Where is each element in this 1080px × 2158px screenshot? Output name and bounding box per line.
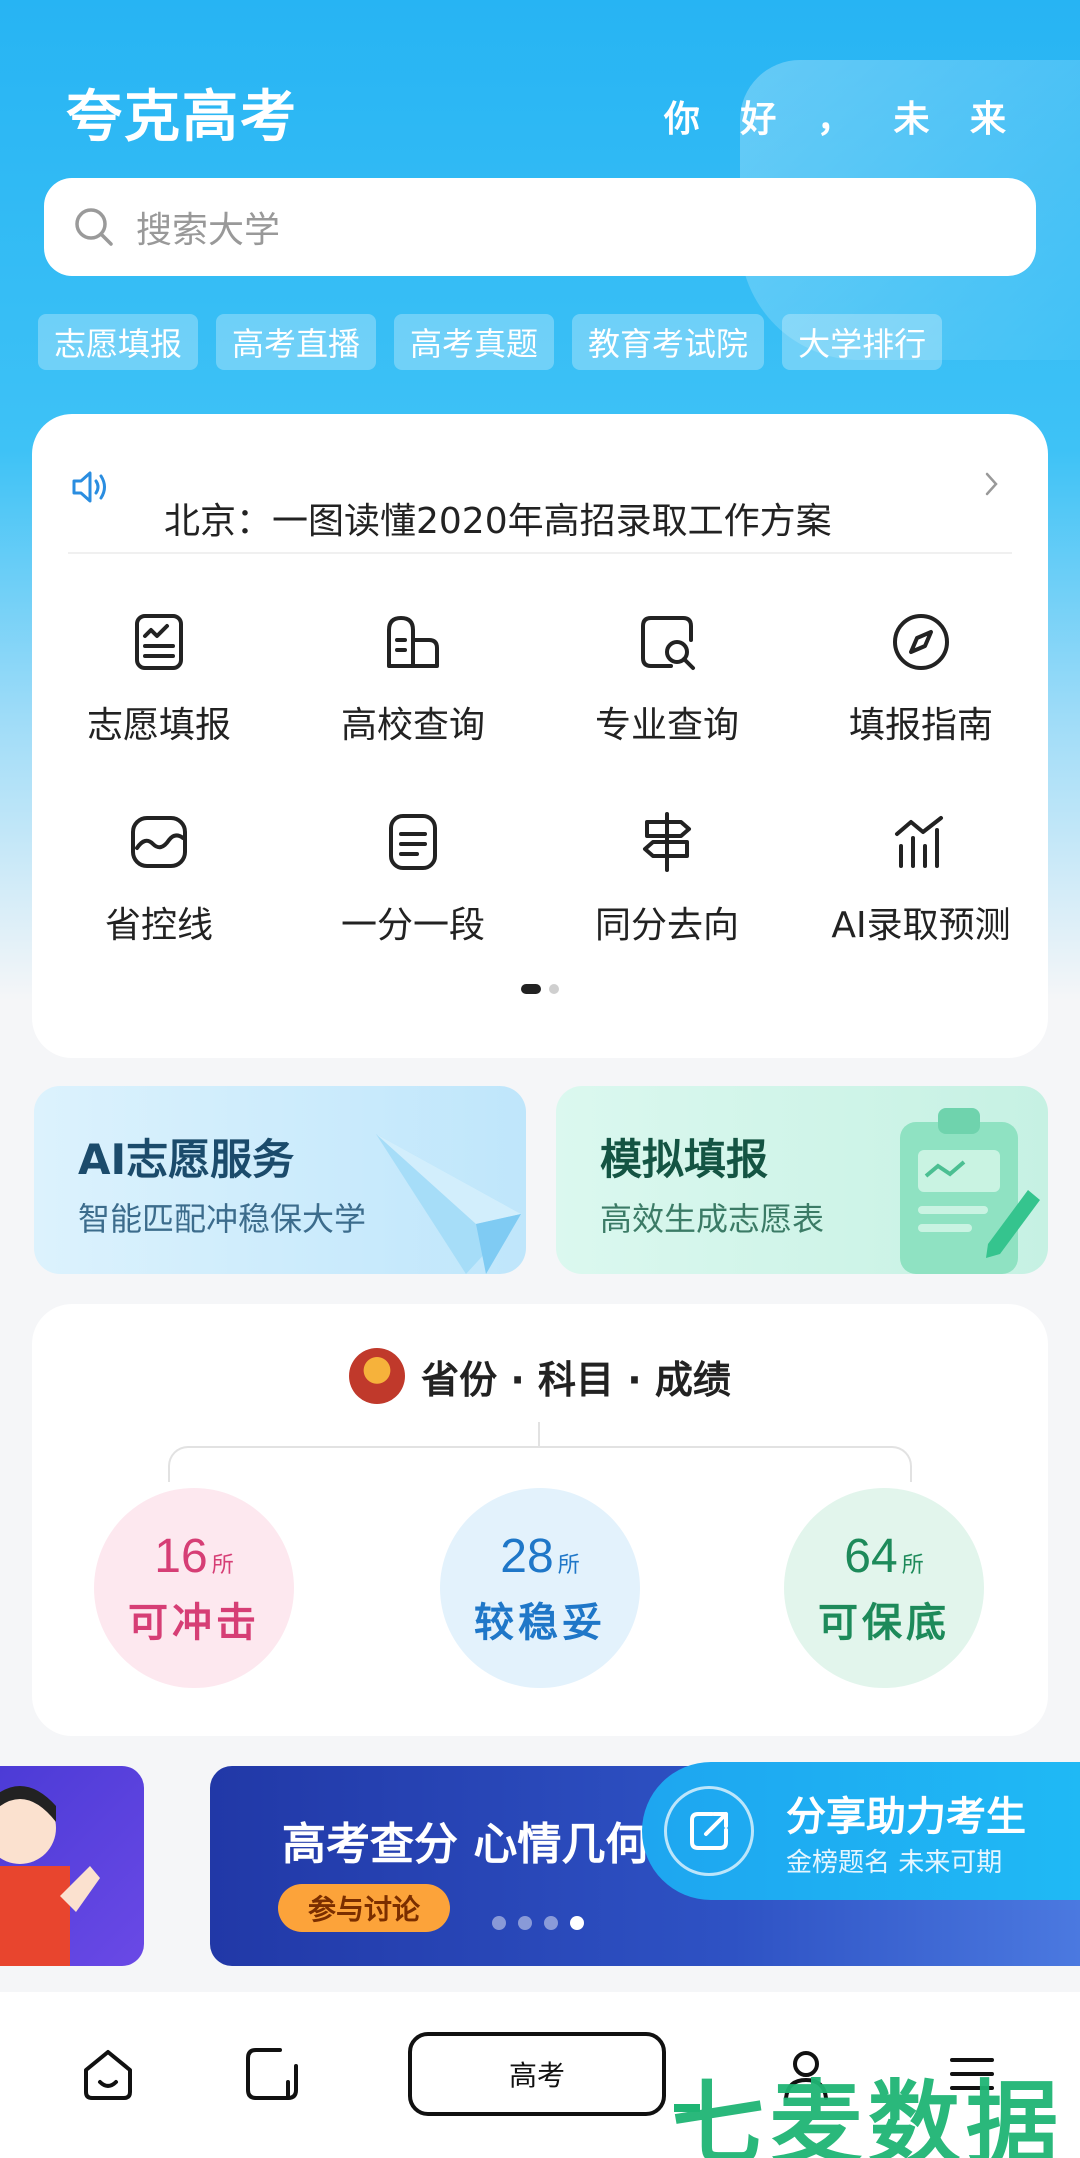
banner-dot-active[interactable] (570, 1916, 584, 1930)
feature-label: 志愿填报 (86, 705, 231, 746)
share-subtitle: 金榜题名 未来可期 (786, 1848, 1003, 1878)
feature-score-segment[interactable]: 一分一段 (286, 806, 540, 1006)
share-icon (664, 1786, 754, 1876)
reach-label: 可冲击 (128, 1599, 260, 1646)
tabs-icon[interactable] (240, 2042, 304, 2106)
unit-label: 所 (557, 1552, 580, 1578)
speaker-icon (72, 471, 106, 503)
feature-label: 一分一段 (340, 905, 485, 946)
banner-title: 高考查分 心情几何 (282, 1819, 650, 1870)
bar-trend-icon (895, 816, 943, 868)
student-illustration (0, 1786, 100, 1966)
ai-volunteer-card[interactable]: AI志愿服务 智能匹配冲稳保大学 (34, 1086, 526, 1274)
feature-grid: 志愿填报 高校查询 专业查询 填报指南 省控线 一分一段 同分去向 AI录取预测 (32, 606, 1048, 1006)
promo-title: 模拟填报 (600, 1135, 769, 1184)
search-icon (75, 208, 113, 246)
banner-dot[interactable] (492, 1916, 506, 1930)
promo-title: AI志愿服务 (78, 1135, 295, 1184)
pager-dot-active[interactable] (521, 984, 541, 994)
banner-previous[interactable] (0, 1766, 144, 1966)
feature-control-line[interactable]: 省控线 (32, 806, 286, 1006)
chevron-right-icon (985, 472, 998, 496)
connector (538, 1422, 540, 1448)
feature-label: 填报指南 (848, 705, 993, 746)
list-doc-icon (389, 814, 437, 870)
signpost-icon (643, 812, 691, 872)
banner-dot[interactable] (518, 1916, 532, 1930)
chart-wave-icon (131, 816, 187, 868)
share-title: 分享助力考生 (786, 1794, 1026, 1840)
feature-same-score[interactable]: 同分去向 (540, 806, 794, 1006)
feature-college-search[interactable]: 高校查询 (286, 606, 540, 806)
unit-label: 所 (901, 1552, 924, 1578)
tag-past-papers[interactable]: 高考真题 (394, 314, 555, 370)
clipboard-icon (900, 1108, 1040, 1274)
tag-live[interactable]: 高考直播 (216, 314, 377, 370)
promo-subtitle: 智能匹配冲稳保大学 (78, 1200, 367, 1238)
building-icon (387, 616, 439, 668)
feature-label: 同分去向 (594, 905, 739, 946)
header: 夸克高考 你 好 ， 未 来 (66, 72, 1020, 152)
feature-card: 北京：一图读懂2020年高招录取工作方案 志愿填报 高校查询 专业查询 填报指南… (32, 414, 1048, 1058)
compass-icon (893, 614, 949, 670)
mock-fill-card[interactable]: 模拟填报 高效生成志愿表 (556, 1086, 1048, 1274)
match-circle[interactable]: 28 所 较稳妥 (440, 1488, 640, 1688)
search-bar[interactable]: 搜索大学 (44, 178, 1036, 276)
match-label: 较稳妥 (474, 1599, 606, 1646)
feature-ai-prediction[interactable]: AI录取预测 (794, 806, 1048, 1006)
feature-label: 高校查询 (340, 705, 485, 746)
feature-pager (32, 984, 1048, 994)
reach-circle[interactable]: 16 所 可冲击 (94, 1488, 294, 1688)
score-card[interactable]: 省份 · 科目 · 成绩 16 所 可冲击 28 所 较稳妥 64 所 可保底 (32, 1304, 1048, 1736)
banner-dots (492, 1916, 584, 1930)
form-icon (135, 614, 183, 670)
safety-circle[interactable]: 64 所 可保底 (784, 1488, 984, 1688)
reach-count: 16 (154, 1529, 208, 1583)
search-placeholder: 搜索大学 (136, 210, 281, 251)
home-icon[interactable] (76, 2042, 140, 2106)
tab-gaokao[interactable]: 高考 (408, 2032, 666, 2116)
safety-label: 可保底 (818, 1599, 950, 1646)
avatar[interactable] (349, 1348, 406, 1404)
notice-bar[interactable]: 北京：一图读懂2020年高招录取工作方案 (68, 464, 1012, 554)
promo-subtitle: 高效生成志愿表 (600, 1200, 825, 1238)
feature-label: 省控线 (104, 905, 213, 946)
watermark: 七麦数据 (672, 2071, 1065, 2158)
feature-major-search[interactable]: 专业查询 (540, 606, 794, 806)
tag-exam-authority[interactable]: 教育考试院 (572, 314, 765, 370)
tag-university-ranking[interactable]: 大学排行 (782, 314, 943, 370)
safety-count: 64 (844, 1529, 898, 1583)
score-header: 省份 · 科目 · 成绩 (32, 1348, 1048, 1404)
app-title: 夸克高考 (66, 85, 298, 150)
doc-search-icon (641, 616, 695, 670)
match-count: 28 (500, 1529, 554, 1583)
feature-volunteer[interactable]: 志愿填报 (32, 606, 286, 806)
pager-dot[interactable] (549, 984, 559, 994)
unit-label: 所 (211, 1552, 234, 1578)
tag-volunteer[interactable]: 志愿填报 (38, 314, 199, 370)
paper-plane-icon (376, 1134, 521, 1274)
score-title: 省份 · 科目 · 成绩 (421, 1357, 731, 1402)
share-float-button[interactable]: 分享助力考生 金榜题名 未来可期 (642, 1762, 1080, 1900)
banner-dot[interactable] (544, 1916, 558, 1930)
feature-label: 专业查询 (594, 705, 739, 746)
feature-guide[interactable]: 填报指南 (794, 606, 1048, 806)
feature-label: AI录取预测 (831, 905, 1011, 946)
slogan: 你 好 ， 未 来 (663, 98, 1020, 140)
discuss-button[interactable]: 参与讨论 (278, 1884, 451, 1932)
quick-tags: 志愿填报 高考直播 高考真题 教育考试院 大学排行 (38, 314, 943, 370)
connector-bracket (168, 1446, 912, 1482)
notice-text: 北京：一图读懂2020年高招录取工作方案 (164, 501, 832, 542)
